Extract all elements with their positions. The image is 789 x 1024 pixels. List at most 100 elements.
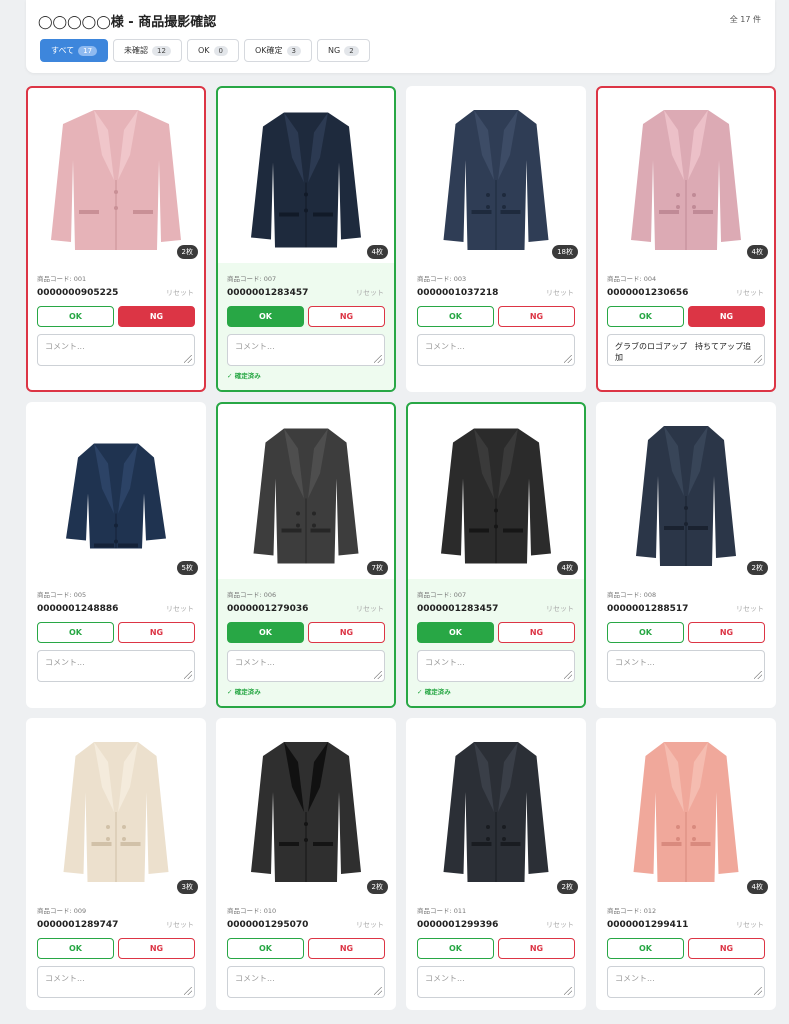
product-image[interactable] — [408, 404, 584, 579]
comment-field[interactable]: コメント... — [37, 966, 195, 998]
product-image[interactable] — [218, 404, 394, 579]
ok-button[interactable]: OK — [37, 306, 114, 327]
ok-button[interactable]: OK — [607, 622, 684, 643]
comment-field[interactable]: コメント... — [37, 334, 195, 366]
reset-link[interactable]: リセット — [166, 288, 194, 298]
resize-grip-icon[interactable] — [374, 671, 382, 679]
resize-grip-icon[interactable] — [184, 671, 192, 679]
reset-link[interactable]: リセット — [546, 604, 574, 614]
jan-code: 0000001279036 — [227, 604, 309, 614]
comment-field[interactable]: グラブのロゴアップ 持ちてアップ追加 — [607, 334, 765, 366]
photo-count-badge: 2枚 — [746, 561, 768, 575]
resize-grip-icon[interactable] — [184, 355, 192, 363]
ok-button[interactable]: OK — [37, 938, 114, 959]
reset-link[interactable]: リセット — [356, 920, 384, 930]
reset-link[interactable]: リセット — [546, 288, 574, 298]
resize-grip-icon[interactable] — [374, 987, 382, 995]
tab-ok-confirmed[interactable]: OK確定 3 — [243, 39, 312, 62]
comment-text: コメント... — [235, 658, 275, 667]
reset-link[interactable]: リセット — [166, 920, 194, 930]
ng-button[interactable]: NG — [688, 938, 765, 959]
product-card: 2枚 商品コード: 011 0000001299396 リセット OK NG コ… — [406, 718, 586, 1010]
ok-button[interactable]: OK — [227, 938, 304, 959]
resize-grip-icon[interactable] — [564, 355, 572, 363]
reset-link[interactable]: リセット — [736, 920, 764, 930]
tab-unconfirmed[interactable]: 未確認 12 — [113, 39, 182, 62]
ng-button[interactable]: NG — [118, 938, 195, 959]
comment-text: コメント... — [425, 974, 465, 983]
product-image[interactable] — [28, 88, 204, 263]
photo-count-badge: 18枚 — [552, 245, 578, 259]
product-code: 商品コード: 001 — [37, 275, 87, 283]
product-card: 4枚 商品コード: 007 0000001283457 リセット OK NG コ… — [216, 86, 396, 392]
ng-button[interactable]: NG — [688, 306, 765, 327]
comment-text: コメント... — [615, 658, 655, 667]
ng-button[interactable]: NG — [308, 622, 385, 643]
ok-button[interactable]: OK — [607, 938, 684, 959]
product-image[interactable] — [408, 88, 584, 263]
resize-grip-icon[interactable] — [754, 671, 762, 679]
product-image[interactable] — [218, 88, 394, 263]
resize-grip-icon[interactable] — [754, 355, 762, 363]
product-image[interactable] — [218, 720, 394, 895]
product-image[interactable] — [598, 88, 774, 263]
tab-ng[interactable]: NG 2 — [317, 39, 370, 62]
product-image[interactable] — [598, 720, 774, 895]
photo-count-badge: 4枚 — [556, 561, 578, 575]
reset-link[interactable]: リセット — [356, 604, 384, 614]
reset-link[interactable]: リセット — [736, 604, 764, 614]
ok-button[interactable]: OK — [607, 306, 684, 327]
comment-field[interactable]: コメント... — [607, 650, 765, 682]
comment-field[interactable]: コメント... — [227, 650, 385, 682]
tab-count: 17 — [78, 45, 98, 56]
ng-button[interactable]: NG — [498, 306, 575, 327]
product-image[interactable] — [598, 404, 774, 579]
photo-count-badge: 4枚 — [746, 245, 768, 259]
product-code: 商品コード: 012 — [607, 907, 657, 915]
comment-field[interactable]: コメント... — [607, 966, 765, 998]
resize-grip-icon[interactable] — [564, 987, 572, 995]
product-image[interactable] — [28, 720, 204, 895]
product-card: 4枚 商品コード: 007 0000001283457 リセット OK NG コ… — [406, 402, 586, 708]
comment-text: コメント... — [425, 658, 465, 667]
resize-grip-icon[interactable] — [184, 987, 192, 995]
ok-button[interactable]: OK — [417, 938, 494, 959]
product-code: 商品コード: 010 — [227, 907, 277, 915]
product-card: 18枚 商品コード: 003 0000001037218 リセット OK NG … — [406, 86, 586, 392]
ok-button[interactable]: OK — [37, 622, 114, 643]
resize-grip-icon[interactable] — [564, 671, 572, 679]
ok-button[interactable]: OK — [227, 306, 304, 327]
comment-field[interactable]: コメント... — [227, 966, 385, 998]
ng-button[interactable]: NG — [498, 622, 575, 643]
confirmed-label: ✓ 確定済み — [417, 688, 451, 696]
tab-ok[interactable]: OK 0 — [186, 39, 239, 62]
jan-code: 0000001248886 — [37, 604, 119, 614]
comment-field[interactable]: コメント... — [417, 966, 575, 998]
ng-button[interactable]: NG — [118, 622, 195, 643]
product-code: 商品コード: 011 — [417, 907, 467, 915]
product-card: 2枚 商品コード: 008 0000001288517 リセット OK NG コ… — [596, 402, 776, 708]
ng-button[interactable]: NG — [308, 938, 385, 959]
ok-button[interactable]: OK — [417, 622, 494, 643]
resize-grip-icon[interactable] — [754, 987, 762, 995]
reset-link[interactable]: リセット — [546, 920, 574, 930]
jan-code: 0000001283457 — [227, 288, 309, 298]
reset-link[interactable]: リセット — [356, 288, 384, 298]
ok-button[interactable]: OK — [417, 306, 494, 327]
tab-all[interactable]: すべて 17 — [40, 39, 109, 62]
reset-link[interactable]: リセット — [166, 604, 194, 614]
ng-button[interactable]: NG — [308, 306, 385, 327]
resize-grip-icon[interactable] — [374, 355, 382, 363]
ng-button[interactable]: NG — [498, 938, 575, 959]
page-title: ◯◯◯◯◯様 - 商品撮影確認 — [38, 15, 217, 30]
product-image[interactable] — [28, 404, 204, 579]
ok-button[interactable]: OK — [227, 622, 304, 643]
comment-field[interactable]: コメント... — [227, 334, 385, 366]
comment-field[interactable]: コメント... — [417, 650, 575, 682]
comment-field[interactable]: コメント... — [417, 334, 575, 366]
reset-link[interactable]: リセット — [736, 288, 764, 298]
ng-button[interactable]: NG — [118, 306, 195, 327]
ng-button[interactable]: NG — [688, 622, 765, 643]
product-image[interactable] — [408, 720, 584, 895]
comment-field[interactable]: コメント... — [37, 650, 195, 682]
